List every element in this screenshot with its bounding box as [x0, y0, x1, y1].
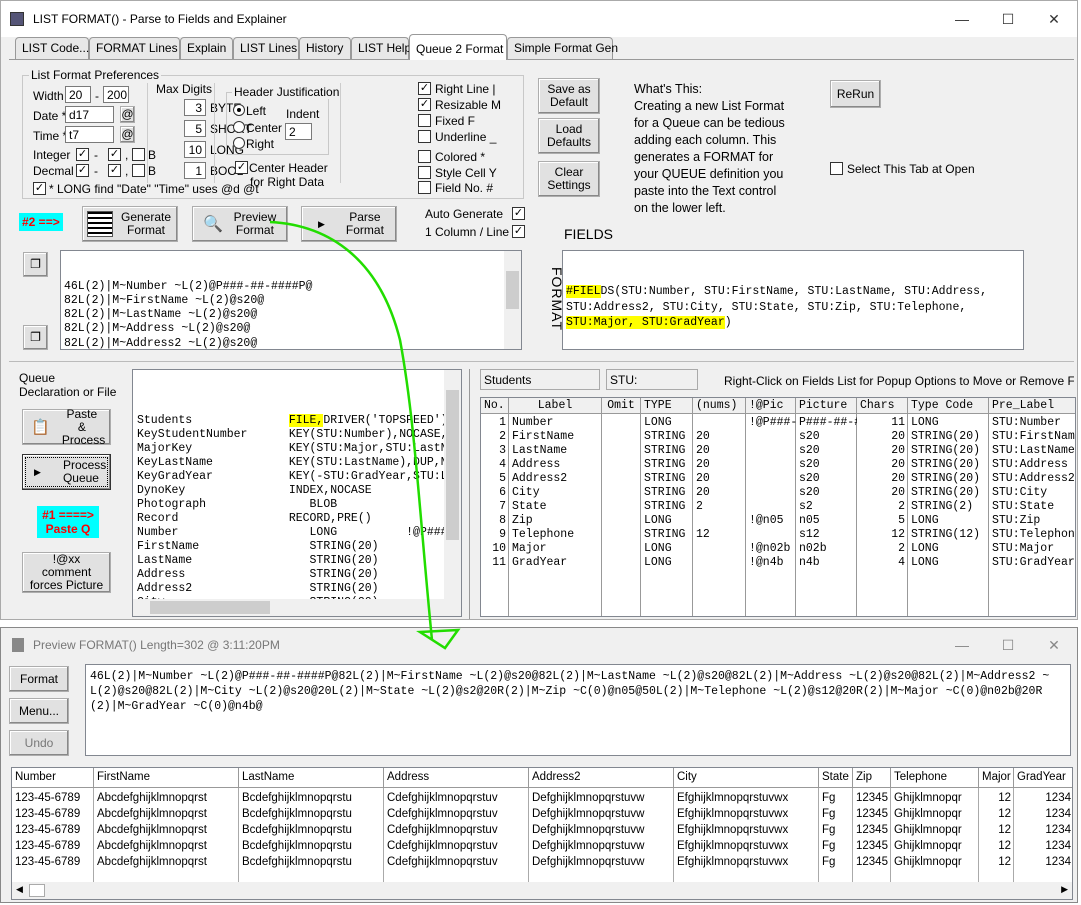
- tab-queue-2-format[interactable]: Queue 2 Format: [409, 34, 507, 60]
- annotation-arrow: [269, 220, 461, 650]
